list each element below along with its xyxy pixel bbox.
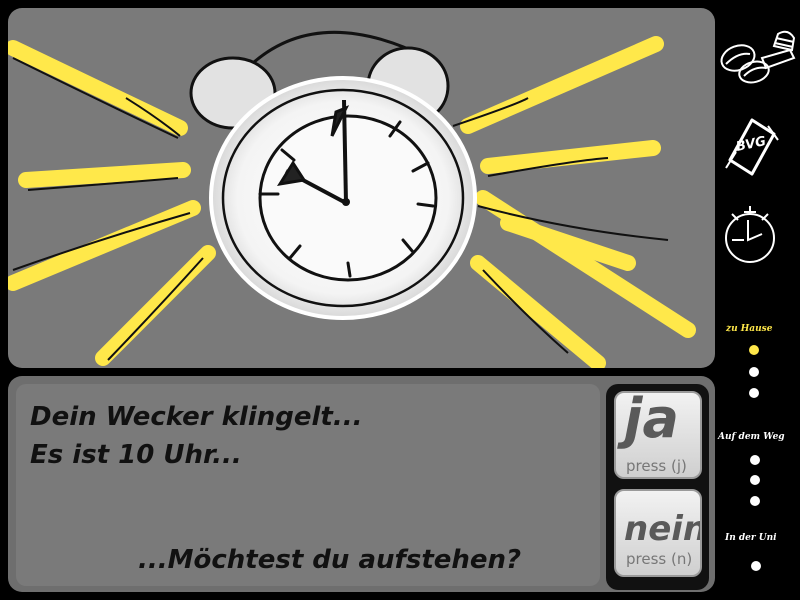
no-button-label: nein	[624, 509, 702, 549]
stage-label-home: zu Hause	[726, 324, 773, 334]
stage-dot-way-2	[750, 475, 760, 485]
stopwatch-icon	[725, 206, 775, 263]
clock-face	[258, 114, 438, 282]
dialog-question: ...Möchtest du aufstehen?	[138, 545, 522, 575]
scene-view	[8, 8, 715, 368]
no-button[interactable]: nein press (n)	[614, 489, 702, 577]
stage-dot-way-1	[750, 455, 760, 465]
bvg-ticket-icon: BVG	[722, 112, 782, 182]
yes-button[interactable]: ja press (j)	[614, 391, 702, 479]
stage-dot-uni-1	[751, 561, 761, 571]
no-button-hint: press (n)	[626, 550, 693, 568]
stage-label-university: In der Uni	[725, 533, 777, 543]
stage-dot-home-3	[749, 388, 759, 398]
stage-dot-home-2	[749, 367, 759, 377]
yes-button-hint: press (j)	[626, 457, 687, 475]
dialog-line-1: Dein Wecker klingelt...	[30, 402, 363, 432]
stage-dot-way-3	[750, 496, 760, 506]
alarm-clock-illustration	[8, 30, 696, 368]
stage-dot-home-1	[749, 345, 759, 355]
stage-label-on-the-way: Auf dem Weg	[718, 432, 785, 442]
dialog-line-2: Es ist 10 Uhr...	[30, 440, 242, 470]
yes-button-label: ja	[624, 391, 679, 450]
coffee-and-cake-icon	[720, 30, 796, 84]
